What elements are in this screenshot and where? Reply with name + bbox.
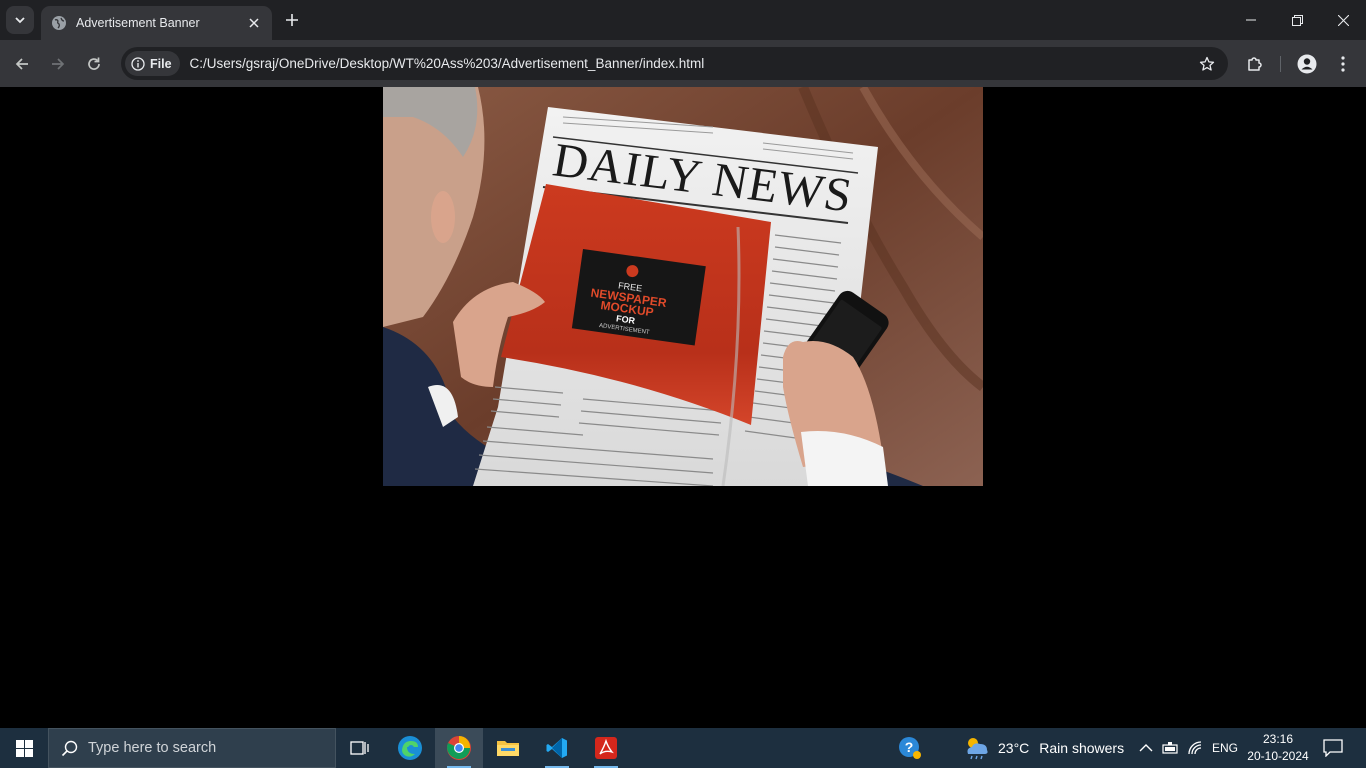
reload-icon	[88, 57, 100, 70]
notifications-button[interactable]	[1323, 728, 1343, 768]
weather-condition: Rain showers	[1039, 740, 1125, 756]
task-view-button[interactable]	[336, 728, 384, 768]
new-tab-button[interactable]	[280, 8, 304, 32]
taskbar-vscode[interactable]	[533, 728, 581, 768]
toolbar-separator	[1280, 56, 1281, 72]
restore-button[interactable]	[1274, 0, 1320, 40]
address-bar[interactable]: File C:/Users/gsraj/OneDrive/Desktop/WT%…	[121, 47, 1228, 80]
kebab-menu-icon	[1341, 56, 1345, 72]
help-icon-button[interactable]: ?	[898, 728, 922, 768]
plus-icon	[286, 14, 298, 26]
restore-icon	[1291, 14, 1303, 26]
ad-card: FREE NEWSPAPER MOCKUP FOR ADVERTISEMENT	[571, 249, 706, 346]
close-tab-icon[interactable]	[246, 15, 262, 31]
forward-button[interactable]	[43, 49, 73, 79]
close-icon	[1337, 14, 1349, 26]
arrow-right-icon	[52, 58, 65, 70]
site-chip-label: File	[150, 56, 172, 71]
weather-temp: 23°C	[998, 740, 1030, 756]
rain-cloud-icon	[967, 738, 988, 760]
wifi-icon	[1188, 741, 1202, 755]
weather-widget[interactable]: 23°C Rain showers	[964, 728, 1124, 768]
menu-button[interactable]	[1328, 49, 1358, 79]
clock-time: 23:16	[1262, 732, 1294, 746]
taskbar-search-box[interactable]: Type here to search	[48, 728, 336, 768]
show-hidden-icons-button[interactable]	[1139, 728, 1153, 768]
help-icon: ?	[899, 737, 921, 759]
battery-icon	[1162, 742, 1178, 754]
svg-text:?: ?	[905, 739, 914, 755]
extensions-button[interactable]	[1240, 49, 1270, 79]
arrow-left-icon	[15, 58, 28, 70]
acrobat-icon	[595, 737, 617, 759]
puzzle-icon	[1248, 57, 1262, 71]
profile-button[interactable]	[1292, 49, 1322, 79]
back-button[interactable]	[7, 49, 37, 79]
chrome-icon	[447, 735, 471, 760]
url-text[interactable]: C:/Users/gsraj/OneDrive/Desktop/WT%20Ass…	[190, 56, 1192, 71]
task-view-icon	[350, 741, 369, 755]
vscode-icon	[546, 738, 567, 758]
clock-date: 20-10-2024	[1247, 749, 1309, 763]
reload-button[interactable]	[79, 49, 109, 79]
bookmark-star-button[interactable]	[1192, 49, 1222, 79]
close-window-button[interactable]	[1320, 0, 1366, 40]
chevron-down-icon	[15, 17, 25, 24]
tab-advertisement-banner[interactable]: Advertisement Banner	[41, 6, 272, 40]
advertisement-banner-image: DAILY NEWS FREE NEWSPAPER MOCKUP FOR ADV…	[383, 87, 983, 486]
taskbar-edge[interactable]	[386, 728, 434, 768]
browser-toolbar: File C:/Users/gsraj/OneDrive/Desktop/WT%…	[0, 40, 1366, 87]
input-language[interactable]: ENG	[1212, 728, 1238, 768]
taskbar-chrome[interactable]	[435, 728, 483, 768]
tab-title: Advertisement Banner	[76, 16, 200, 30]
taskbar-clock[interactable]: 23:16 20-10-2024	[1243, 728, 1313, 768]
edge-icon	[398, 736, 422, 760]
browser-titlebar: Advertisement Banner	[0, 0, 1366, 40]
globe-icon	[51, 15, 67, 31]
start-button[interactable]	[0, 728, 48, 768]
star-icon	[1199, 56, 1215, 71]
search-icon	[61, 740, 78, 756]
taskbar-acrobat[interactable]	[582, 728, 630, 768]
page-viewport: DAILY NEWS FREE NEWSPAPER MOCKUP FOR ADV…	[0, 87, 1366, 728]
windows-taskbar: Type here to search ? 23°C Rain showers …	[0, 728, 1366, 768]
network-status[interactable]	[1187, 728, 1205, 768]
chevron-up-icon	[1139, 744, 1153, 752]
taskbar-file-explorer[interactable]	[484, 728, 532, 768]
language-label: ENG	[1212, 741, 1239, 755]
folder-icon	[497, 741, 519, 756]
minimize-icon	[1246, 19, 1256, 21]
info-icon	[131, 56, 145, 71]
windows-logo-icon	[15, 739, 33, 757]
site-info-chip[interactable]: File	[125, 51, 180, 76]
notification-icon	[1323, 739, 1343, 757]
avatar-icon	[1297, 54, 1317, 74]
tab-search-button[interactable]	[6, 6, 34, 34]
search-placeholder: Type here to search	[88, 740, 217, 756]
minimize-button[interactable]	[1228, 0, 1274, 40]
battery-status[interactable]	[1162, 728, 1180, 768]
